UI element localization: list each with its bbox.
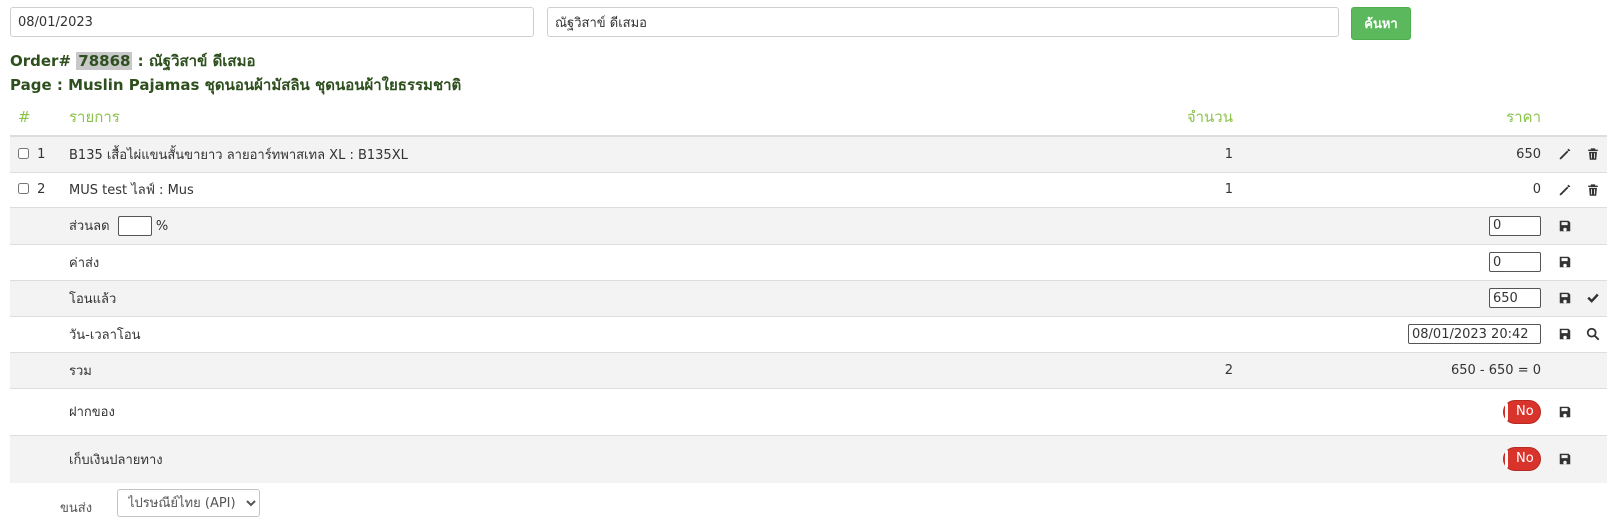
- transfer-time-label: วัน-เวลาโอน: [69, 315, 1113, 352]
- item-price: 650: [1241, 135, 1551, 172]
- order-title: Order# 78868 : ณัฐวิสาข์ ดีเสมอ: [10, 49, 256, 73]
- row-index: 1: [37, 146, 46, 162]
- order-items-table: # รายการ จำนวน ราคา 1 B135 เสื้อไผ่แขนสั…: [10, 99, 1607, 483]
- order-number: 78868: [76, 52, 133, 70]
- cod-row: เก็บเงินปลายทาง No: [10, 434, 1607, 483]
- order-prefix: Order#: [10, 52, 72, 70]
- checkmark-icon[interactable]: [1586, 291, 1600, 305]
- carrier-select[interactable]: ไปรษณีย์ไทย (API): [117, 489, 260, 517]
- deposit-toggle[interactable]: No: [1503, 399, 1541, 424]
- transferred-row: โอนแล้ว: [10, 279, 1607, 316]
- toggle-label: No: [1516, 451, 1534, 467]
- col-header-price: ราคา: [1241, 99, 1551, 137]
- customer-search-input[interactable]: [547, 7, 1339, 37]
- total-summary: 650 - 650 = 0: [1241, 351, 1551, 388]
- col-header-action1: [1551, 99, 1579, 137]
- table-row: 1 B135 เสื้อไผ่แขนสั้นขายาว ลายอาร์ทพาสเ…: [10, 135, 1607, 172]
- transfer-time-row: วัน-เวลาโอน: [10, 315, 1607, 352]
- order-customer: : ณัฐวิสาข์ ดีเสมอ: [132, 52, 256, 70]
- col-header-action2: [1579, 99, 1607, 137]
- item-name: B135 เสื้อไผ่แขนสั้นขายาว ลายอาร์ทพาสเทล…: [69, 135, 1113, 172]
- discount-label: ส่วนลด: [69, 218, 110, 234]
- carrier-label: ขนส่ง: [60, 501, 93, 516]
- pencil-icon[interactable]: [1558, 147, 1572, 161]
- row-checkbox[interactable]: [18, 147, 29, 159]
- save-icon[interactable]: [1558, 291, 1572, 305]
- item-qty: 1: [1113, 171, 1241, 207]
- transfer-datetime-input[interactable]: [1408, 324, 1541, 344]
- cod-label: เก็บเงินปลายทาง: [69, 434, 1113, 483]
- col-header-num: #: [10, 99, 69, 137]
- trash-icon[interactable]: [1586, 147, 1600, 161]
- deposit-label: ฝากของ: [69, 387, 1113, 435]
- table-row: 2 MUS test ไลฟ์ : Mus 1 0: [10, 171, 1607, 207]
- save-icon[interactable]: [1558, 255, 1572, 269]
- row-checkbox[interactable]: [18, 183, 29, 194]
- save-icon[interactable]: [1558, 405, 1572, 419]
- table-header: # รายการ จำนวน ราคา: [10, 99, 1607, 137]
- pencil-icon[interactable]: [1558, 183, 1572, 197]
- shipping-row: ค่าส่ง: [10, 243, 1607, 280]
- item-name: MUS test ไลฟ์ : Mus: [69, 171, 1113, 207]
- trash-icon[interactable]: [1586, 183, 1600, 197]
- toggle-knob: [1505, 402, 1508, 421]
- save-icon[interactable]: [1558, 452, 1572, 466]
- transferred-amount-input[interactable]: [1489, 288, 1541, 308]
- shipping-amount-input[interactable]: [1489, 252, 1541, 272]
- shipping-label: ค่าส่ง: [69, 243, 1113, 280]
- cod-toggle[interactable]: No: [1503, 447, 1541, 472]
- toggle-knob: [1505, 450, 1508, 469]
- item-qty: 1: [1113, 135, 1241, 172]
- discount-amount-input[interactable]: [1489, 215, 1541, 236]
- date-search-input[interactable]: [10, 7, 534, 37]
- percent-sign: %: [155, 218, 169, 234]
- item-price: 0: [1241, 171, 1551, 207]
- save-icon[interactable]: [1558, 219, 1572, 233]
- row-index: 2: [37, 182, 46, 197]
- col-header-item: รายการ: [69, 99, 1113, 137]
- deposit-row: ฝากของ No: [10, 387, 1607, 435]
- total-qty: 2: [1113, 351, 1241, 388]
- toggle-label: No: [1516, 403, 1534, 419]
- save-icon[interactable]: [1558, 327, 1572, 341]
- search-icon[interactable]: [1586, 327, 1600, 341]
- search-button[interactable]: ค้นหา: [1351, 7, 1411, 40]
- clipped-label: [530, 0, 534, 6]
- total-label: รวม: [69, 351, 1113, 388]
- discount-percent-input[interactable]: [117, 216, 152, 237]
- total-row: รวม 2 650 - 650 = 0: [10, 351, 1607, 388]
- discount-row: ส่วนลด %: [10, 206, 1607, 244]
- col-header-qty: จำนวน: [1113, 99, 1241, 137]
- transferred-label: โอนแล้ว: [69, 279, 1113, 316]
- page-title: Page : Muslin Pajamas ชุดนอนผ้ามัสลิน ชุ…: [10, 76, 462, 94]
